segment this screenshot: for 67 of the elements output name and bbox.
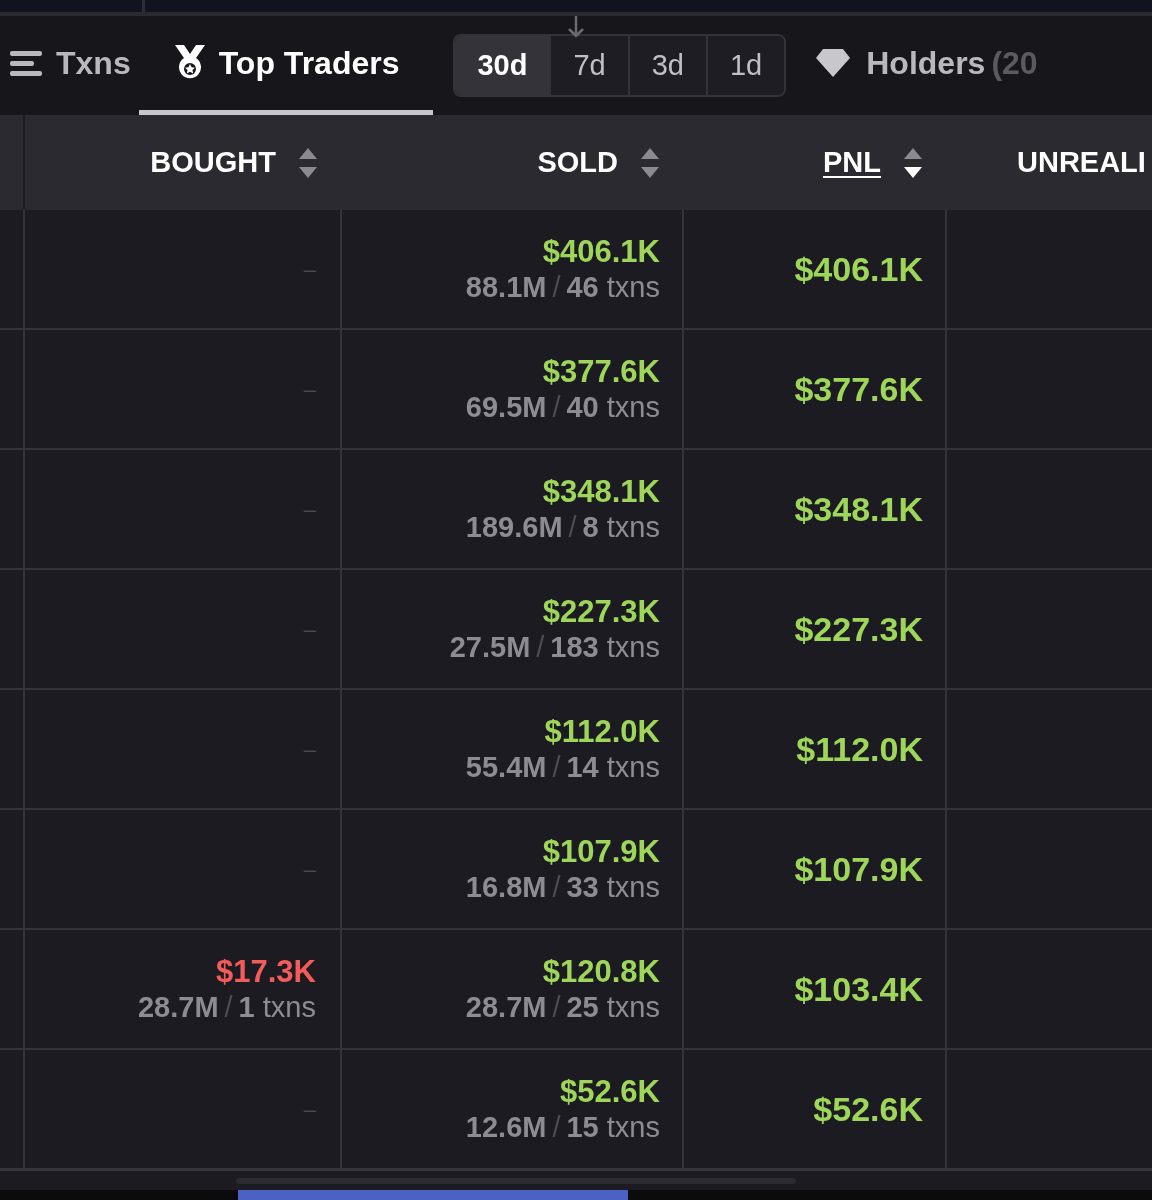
- pnl-value: $227.3K: [794, 608, 923, 650]
- pnl-value: $52.6K: [813, 1088, 923, 1130]
- separator: /: [552, 873, 561, 902]
- txn-count: 33 txns: [566, 873, 660, 902]
- token-amount: 12.6M: [465, 1113, 547, 1142]
- token-amount: 16.8M: [465, 873, 547, 902]
- pnl-value: $112.0K: [796, 728, 923, 770]
- token-amount: 189.6M: [465, 513, 563, 542]
- period-button[interactable]: 30d: [455, 36, 550, 95]
- token-amount: 27.5M: [449, 633, 531, 662]
- txn-count: 25 txns: [566, 993, 660, 1022]
- tab[interactable]: Txns: [0, 16, 135, 115]
- amount-text: $52.6K: [560, 1076, 660, 1107]
- period-button[interactable]: 3d: [627, 36, 706, 95]
- token-amount: 88.1M: [465, 273, 547, 302]
- menu-icon: [10, 49, 44, 77]
- period-button[interactable]: 1d: [706, 36, 785, 95]
- empty-value: –: [303, 1095, 316, 1124]
- token-amount: 55.4M: [465, 753, 547, 782]
- amount-text: $377.6K: [542, 356, 660, 387]
- column-header[interactable]: SOLD: [537, 140, 618, 185]
- medal-icon: [172, 45, 207, 81]
- amount-text: $107.9K: [542, 836, 660, 867]
- pnl-value: $103.4K: [794, 968, 923, 1010]
- pnl-value: $377.6K: [794, 368, 923, 410]
- diamond-icon: [816, 49, 851, 77]
- separator: /: [552, 753, 561, 782]
- separator: /: [552, 393, 561, 422]
- pnl-value: $406.1K: [794, 248, 923, 290]
- amount-text: $120.8K: [542, 956, 660, 987]
- empty-value: –: [303, 255, 316, 284]
- token-amount: 28.7M: [137, 993, 219, 1022]
- tab[interactable]: Holders (20: [816, 16, 1038, 115]
- column-header[interactable]: UNREALI: [1017, 140, 1146, 185]
- txn-count: 8 txns: [582, 513, 660, 542]
- txn-count: 15 txns: [566, 1113, 660, 1142]
- scrollbar-thumb[interactable]: [238, 1190, 628, 1200]
- arrow-down-icon: [566, 16, 586, 40]
- txn-count: 183 txns: [550, 633, 660, 662]
- separator: /: [552, 273, 561, 302]
- amount-text: $227.3K: [542, 596, 660, 627]
- txn-count: 1 txns: [238, 993, 316, 1022]
- pnl-value: $348.1K: [794, 488, 923, 530]
- separator: /: [568, 513, 577, 542]
- empty-value: –: [303, 735, 316, 764]
- separator: /: [224, 993, 233, 1022]
- amount-text: $17.3K: [216, 956, 316, 987]
- separator: /: [552, 1113, 561, 1142]
- separator: /: [552, 993, 561, 1022]
- separator: /: [536, 633, 545, 662]
- period-button[interactable]: 7d: [549, 36, 628, 95]
- txn-count: 14 txns: [566, 753, 660, 782]
- txn-count: 46 txns: [566, 273, 660, 302]
- txn-count: 40 txns: [566, 393, 660, 422]
- amount-text: $112.0K: [544, 716, 660, 747]
- empty-value: –: [303, 855, 316, 884]
- column-header[interactable]: BOUGHT: [150, 140, 276, 185]
- token-amount: 28.7M: [465, 993, 547, 1022]
- amount-text: $406.1K: [542, 236, 660, 267]
- pnl-value: $107.9K: [794, 848, 923, 890]
- column-header[interactable]: PNL: [823, 140, 881, 185]
- empty-value: –: [303, 375, 316, 404]
- empty-value: –: [303, 495, 316, 524]
- amount-text: $348.1K: [542, 476, 660, 507]
- token-amount: 69.5M: [465, 393, 547, 422]
- empty-value: –: [303, 615, 316, 644]
- sort-icon[interactable]: [903, 147, 923, 178]
